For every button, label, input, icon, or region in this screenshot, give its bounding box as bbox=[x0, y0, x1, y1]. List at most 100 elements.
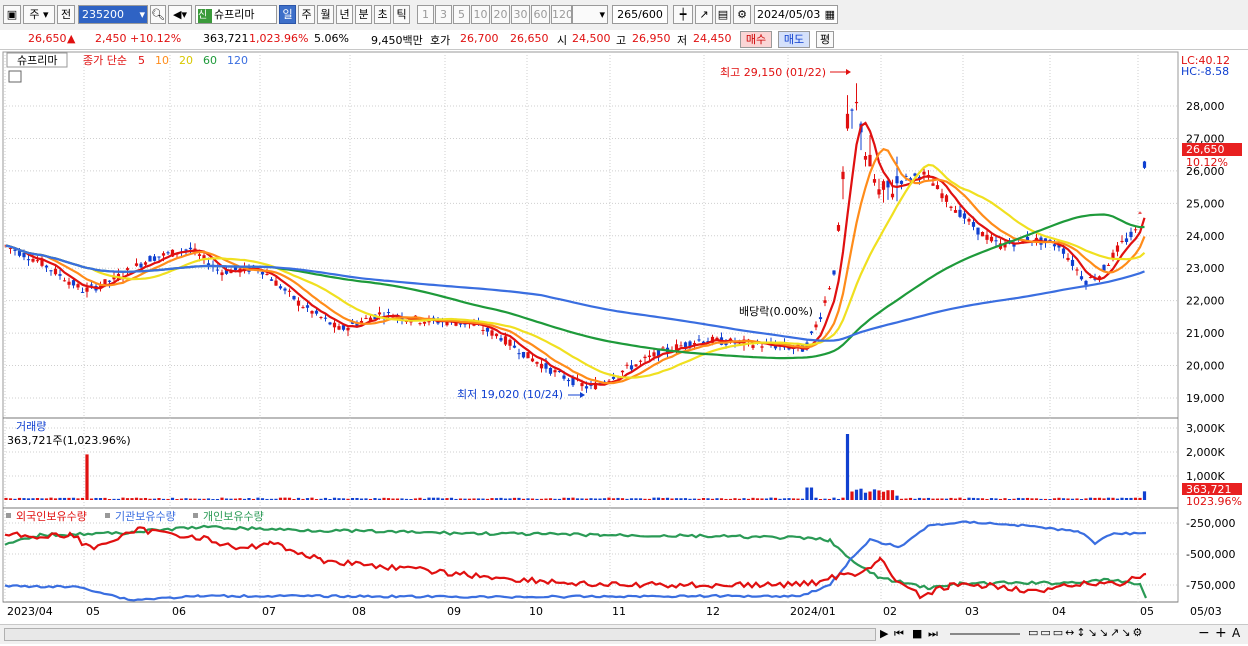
period-tab-6[interactable]: 틱 bbox=[393, 5, 410, 24]
stock-name-field[interactable]: 신 슈프리마 bbox=[195, 5, 277, 24]
stock-chart[interactable]: 28,00027,00026,00025,00024,00023,00022,0… bbox=[0, 50, 1248, 643]
view-icons[interactable]: ▭▭▭↔↕↘↘↗↘⚙ bbox=[1028, 626, 1144, 639]
sell-button[interactable]: 매도 bbox=[778, 31, 810, 48]
zoom-in-icon[interactable]: + bbox=[1215, 625, 1227, 641]
volume-bar bbox=[548, 498, 553, 500]
candle-body bbox=[1111, 252, 1115, 259]
period-tab-1[interactable]: 주 bbox=[298, 5, 315, 24]
volume-bar bbox=[692, 498, 697, 500]
volume-bar bbox=[49, 497, 53, 500]
x-tick-label: 04 bbox=[1052, 605, 1066, 618]
volume-bar bbox=[602, 498, 607, 500]
market-type-select[interactable]: 주 ▾ bbox=[23, 5, 55, 24]
holdings-legend-0: 외국인보유수량 bbox=[16, 510, 87, 523]
interval-button-20[interactable]: 20 bbox=[491, 5, 510, 24]
volume-bar bbox=[733, 498, 737, 500]
play-icon[interactable]: ▶ bbox=[880, 627, 888, 640]
interval-button-5[interactable]: 5 bbox=[453, 5, 470, 24]
candle-body bbox=[980, 232, 985, 237]
volume-bar bbox=[1048, 498, 1052, 500]
gear-icon[interactable]: ⚙ bbox=[733, 5, 751, 24]
volume-bar bbox=[296, 497, 301, 500]
search-icon[interactable]: 🔍︎ bbox=[150, 5, 166, 24]
compare-button[interactable]: 전 bbox=[57, 5, 75, 24]
average-button[interactable]: 평 bbox=[816, 31, 834, 48]
bottom-scrollbar[interactable]: ▶ ⏮ ■ ⏭ ▭▭▭↔↕↘↘↗↘⚙ − + A bbox=[0, 624, 1248, 644]
chevron-down-icon[interactable]: ▾ bbox=[139, 6, 145, 23]
candle-body bbox=[580, 383, 584, 387]
interval-button-1[interactable]: 1 bbox=[417, 5, 434, 24]
candle-body bbox=[922, 171, 926, 175]
candle-body bbox=[818, 317, 823, 320]
volume-bar bbox=[809, 487, 814, 500]
period-tab-2[interactable]: 월 bbox=[317, 5, 334, 24]
volume-bar bbox=[211, 499, 215, 500]
volume-bar bbox=[94, 497, 98, 500]
draw-tool-icon[interactable]: ↗ bbox=[695, 5, 713, 24]
candle-body bbox=[535, 361, 539, 364]
volume-bar bbox=[103, 497, 107, 500]
stop-icon[interactable]: ■ bbox=[912, 627, 922, 640]
volume-bar bbox=[350, 498, 355, 500]
volume-bar bbox=[463, 498, 467, 500]
candle-body bbox=[1061, 248, 1066, 254]
volume-bar bbox=[503, 498, 508, 500]
market-type-label: 주 bbox=[29, 8, 40, 21]
candle-body bbox=[161, 253, 166, 256]
buy-button[interactable]: 매수 bbox=[740, 31, 772, 48]
volume-bar bbox=[773, 497, 778, 500]
candle-body bbox=[553, 370, 557, 373]
font-size-icon[interactable]: A bbox=[1232, 626, 1240, 640]
interval-button-120[interactable]: 120 bbox=[551, 5, 572, 24]
volume-bar bbox=[926, 497, 931, 500]
fast-forward-icon[interactable]: ⏭ bbox=[928, 627, 938, 641]
candle-body bbox=[490, 330, 494, 336]
candle-body bbox=[499, 338, 503, 341]
candle-body bbox=[1124, 238, 1129, 242]
candle-body bbox=[1052, 244, 1057, 247]
interval-button-30[interactable]: 30 bbox=[511, 5, 530, 24]
chart-area[interactable]: 28,000 27,000 26,000 25,000 24,000 23,000 22,0… bbox=[0, 50, 1248, 643]
save-icon[interactable]: ▤ bbox=[715, 5, 731, 24]
period-tab-0[interactable]: 일 bbox=[279, 5, 296, 24]
interval-button-60[interactable]: 60 bbox=[531, 5, 550, 24]
candle-body bbox=[364, 317, 368, 319]
scroll-track[interactable] bbox=[4, 628, 876, 641]
zoom-out-icon[interactable]: − bbox=[1198, 625, 1210, 641]
volume-bar bbox=[1079, 498, 1084, 500]
window-icon[interactable]: ▣ bbox=[3, 5, 21, 24]
volume-bar bbox=[202, 498, 206, 500]
period-tab-5[interactable]: 초 bbox=[374, 5, 391, 24]
candle-body bbox=[337, 326, 341, 330]
zoom-slider[interactable] bbox=[950, 633, 1020, 635]
volume-bar bbox=[85, 454, 89, 500]
candle-icon[interactable]: ┿ bbox=[673, 5, 693, 24]
volume-bar bbox=[697, 498, 701, 500]
volume-bar bbox=[850, 491, 854, 500]
candle-body bbox=[1133, 229, 1138, 231]
volume-bar bbox=[796, 498, 800, 500]
candle-body bbox=[949, 206, 953, 208]
volume-bar bbox=[341, 498, 346, 500]
rewind-icon[interactable]: ⏮ bbox=[894, 627, 904, 641]
interval-button-3[interactable]: 3 bbox=[435, 5, 452, 24]
volume-bar bbox=[1003, 498, 1007, 500]
candle-body bbox=[332, 322, 337, 328]
volume-bar bbox=[634, 498, 638, 500]
volume-bar bbox=[256, 497, 260, 500]
volume-bar bbox=[179, 498, 184, 500]
stock-code-input[interactable]: 235200 ▾ bbox=[78, 5, 148, 24]
quote-label: 호가 bbox=[430, 34, 451, 47]
date-field[interactable]: 2024/05/03 ▦ bbox=[754, 5, 838, 24]
count-field[interactable]: 265/600 bbox=[612, 5, 668, 24]
volume-bar bbox=[359, 498, 364, 500]
candle-body bbox=[58, 274, 62, 276]
candle-body bbox=[634, 364, 638, 367]
period-tab-4[interactable]: 분 bbox=[355, 5, 372, 24]
interval-button-10[interactable]: 10 bbox=[471, 5, 490, 24]
calendar-icon[interactable]: ▦ bbox=[825, 6, 835, 23]
period-tab-3[interactable]: 년 bbox=[336, 5, 353, 24]
speaker-icon[interactable]: ◀︎▾ bbox=[168, 5, 192, 24]
volume-bar bbox=[782, 498, 787, 500]
custom-interval-select[interactable]: ▾ bbox=[572, 5, 608, 24]
